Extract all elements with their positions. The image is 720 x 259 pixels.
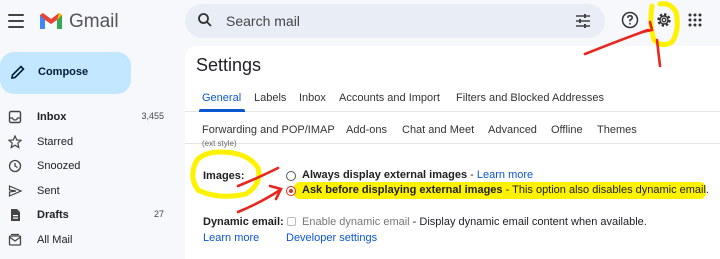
sidebar-item-label: Drafts: [37, 209, 69, 221]
top-bar: Gmail Search mail: [0, 0, 720, 44]
sidebar: Compose Inbox 3,455 Starred Snoozed Sent…: [0, 44, 185, 259]
option-always-display[interactable]: Always display external images - Learn m…: [302, 169, 533, 181]
tab-themes[interactable]: Themes: [597, 124, 637, 136]
enable-dynamic-email-label: Enable dynamic email: [302, 216, 410, 228]
all-mail-icon: [8, 233, 22, 246]
sidebar-item-label: All Mail: [37, 234, 73, 246]
search-bar[interactable]: Search mail: [185, 4, 605, 38]
google-apps-icon[interactable]: [688, 13, 702, 27]
radio-always-display-images[interactable]: [286, 171, 296, 181]
sidebar-item-sent[interactable]: Sent: [0, 181, 170, 203]
compose-button[interactable]: Compose: [0, 52, 131, 94]
enable-dynamic-email-checkbox[interactable]: [287, 217, 296, 226]
dynamic-email-desc: - Display dynamic email content when ava…: [409, 216, 647, 228]
app-title: Gmail: [69, 11, 119, 32]
sidebar-item-label: Snoozed: [37, 160, 81, 172]
radio-ask-before-displaying[interactable]: [286, 186, 296, 196]
main-menu-icon[interactable]: [8, 14, 24, 28]
search-options-icon[interactable]: [575, 13, 591, 29]
send-icon: [8, 185, 22, 197]
sidebar-item-label: Starred: [37, 136, 74, 148]
page-title: Settings: [196, 55, 262, 75]
sidebar-item-label: Inbox: [37, 111, 67, 123]
option-ask-before-label: Ask before displaying external images: [302, 184, 503, 196]
tab-advanced[interactable]: Advanced: [488, 124, 537, 136]
clock-icon: [8, 159, 22, 173]
tab-chat-and-meet[interactable]: Chat and Meet: [402, 124, 474, 136]
tab-inbox[interactable]: Inbox: [299, 92, 326, 104]
option-ask-before-displaying[interactable]: Ask before displaying external images - …: [302, 184, 709, 196]
sidebar-item-snoozed[interactable]: Snoozed: [0, 156, 170, 178]
search-input[interactable]: Search mail: [226, 13, 300, 29]
dynamic-email-learn-more-link[interactable]: Learn more: [203, 232, 259, 244]
search-icon[interactable]: [197, 12, 213, 28]
images-setting-label: Images:: [203, 170, 245, 182]
pencil-icon: [11, 65, 25, 79]
star-icon: [8, 135, 22, 149]
tab-forwarding-and-pop-imap[interactable]: Forwarding and POP/IMAP: [202, 124, 335, 136]
gmail-logo-icon[interactable]: [38, 11, 64, 31]
sidebar-item-drafts[interactable]: Drafts 27: [0, 205, 170, 227]
draft-icon: [11, 209, 20, 221]
inbox-icon: [8, 110, 22, 124]
unread-count: 3,455: [141, 111, 164, 121]
cutoff-setting-text: (ext style): [202, 139, 237, 148]
compose-label: Compose: [38, 66, 89, 78]
settings-tabs-row-2: Forwarding and POP/IMAP Add-ons Chat and…: [185, 116, 720, 144]
settings-tabs-row-1: General Labels Inbox Accounts and Import…: [185, 84, 720, 112]
help-icon[interactable]: [621, 11, 639, 29]
dynamic-email-option: Enable dynamic email - Display dynamic e…: [302, 216, 647, 228]
sidebar-item-starred[interactable]: Starred: [0, 132, 170, 154]
dynamic-email-setting-label: Dynamic email:: [203, 216, 284, 228]
option-ask-before-desc: - This option also disables dynamic emai…: [502, 184, 709, 196]
option-always-display-label: Always display external images: [302, 169, 468, 181]
tab-labels[interactable]: Labels: [254, 92, 286, 104]
active-tab-indicator: [199, 109, 245, 112]
draft-count: 27: [153, 209, 164, 219]
sidebar-item-label: Sent: [37, 185, 60, 197]
sidebar-item-inbox[interactable]: Inbox 3,455: [0, 107, 170, 129]
tab-add-ons[interactable]: Add-ons: [346, 124, 387, 136]
option-separator: -: [467, 169, 477, 181]
learn-more-link[interactable]: Learn more: [477, 169, 533, 181]
tab-accounts-and-import[interactable]: Accounts and Import: [339, 92, 440, 104]
tab-offline[interactable]: Offline: [551, 124, 583, 136]
developer-settings-link[interactable]: Developer settings: [286, 232, 377, 244]
settings-gear-icon[interactable]: [655, 11, 673, 29]
sidebar-item-all-mail[interactable]: All Mail: [0, 230, 170, 252]
tab-filters-and-blocked-addresses[interactable]: Filters and Blocked Addresses: [456, 92, 604, 104]
tab-general[interactable]: General: [202, 92, 241, 104]
